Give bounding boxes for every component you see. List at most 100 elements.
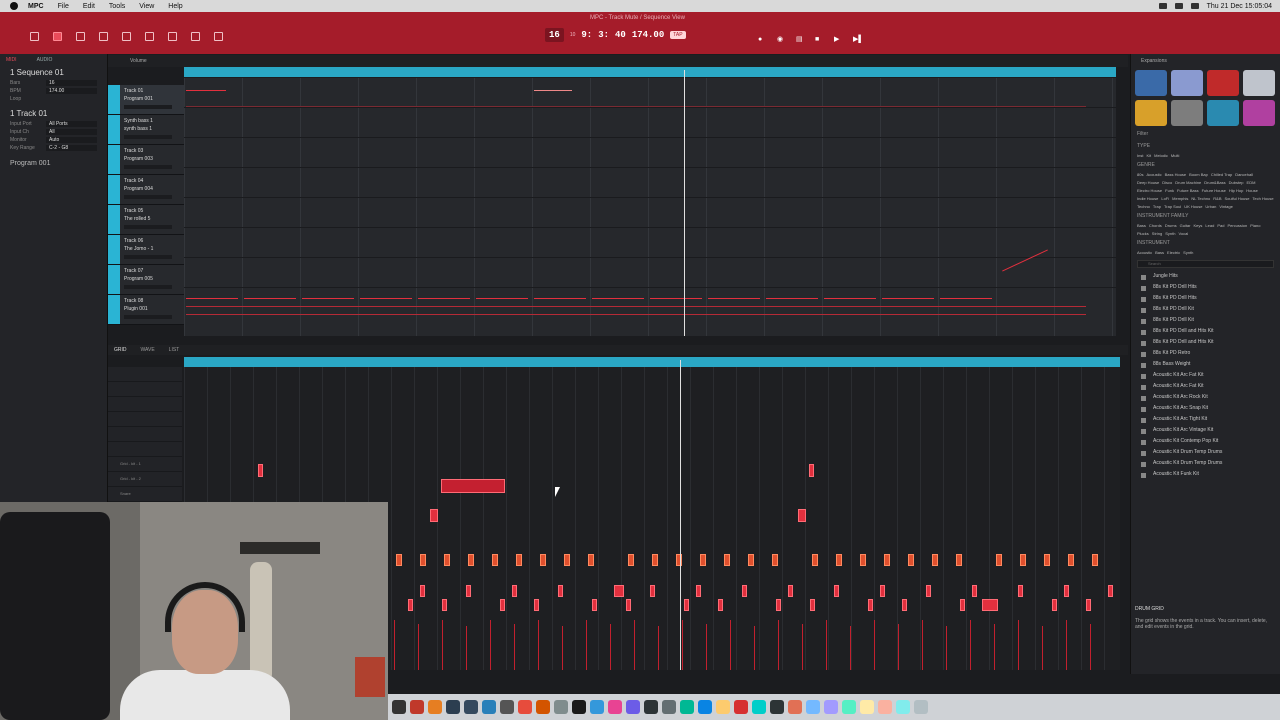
- velocity-bar[interactable]: [586, 620, 587, 670]
- dock-app-icon[interactable]: [644, 700, 658, 714]
- play-start-icon[interactable]: ▶▌: [853, 36, 863, 43]
- battery-icon[interactable]: [1174, 3, 1183, 9]
- dock-app-icon[interactable]: [896, 700, 910, 714]
- overdub-icon[interactable]: ◉: [777, 36, 784, 43]
- grid-event[interactable]: [558, 585, 563, 597]
- file-item[interactable]: Acoustic Kit Arc Vintage Kit: [1131, 426, 1280, 437]
- track-program[interactable]: Program 005: [124, 276, 153, 282]
- monitor-field[interactable]: Auto: [46, 137, 97, 143]
- midi-note[interactable]: [824, 298, 876, 299]
- dock-app-icon[interactable]: [608, 700, 622, 714]
- track-program[interactable]: Program 003: [124, 156, 153, 162]
- family-chip[interactable]: Plucks: [1137, 231, 1149, 236]
- dock-app-icon[interactable]: [680, 700, 694, 714]
- grid-event[interactable]: [836, 554, 842, 566]
- velocity-bar[interactable]: [802, 624, 803, 670]
- tab-wave[interactable]: WAVE: [141, 347, 155, 353]
- grid-event[interactable]: [884, 554, 890, 566]
- velocity-bar[interactable]: [970, 620, 971, 670]
- grid-event[interactable]: [534, 599, 539, 611]
- genre-chip[interactable]: Dubstep: [1229, 180, 1244, 185]
- genre-chip[interactable]: Bass House: [1165, 172, 1187, 177]
- instrument-chip[interactable]: Electric: [1167, 250, 1180, 255]
- pad-row[interactable]: [108, 442, 182, 457]
- grid-event[interactable]: [512, 585, 517, 597]
- file-item[interactable]: 88s Kit PD Drill Kit: [1131, 316, 1280, 327]
- midi-note[interactable]: [708, 298, 760, 299]
- midi-note[interactable]: [592, 298, 644, 299]
- dock-app-icon[interactable]: [572, 700, 586, 714]
- pad-row[interactable]: [108, 382, 182, 397]
- expansion-tile[interactable]: [1207, 70, 1239, 96]
- genre-chip[interactable]: Urban: [1205, 204, 1216, 209]
- input-port-field[interactable]: All Ports: [46, 121, 97, 127]
- family-chip[interactable]: Vocal: [1178, 231, 1188, 236]
- file-item[interactable]: Acoustic Kit Drum Temp Drums: [1131, 459, 1280, 470]
- file-item[interactable]: Acoustic Kit Arc Tight Kit: [1131, 415, 1280, 426]
- track-mute-icon[interactable]: [99, 32, 108, 41]
- grid-event[interactable]: [540, 554, 546, 566]
- genre-chip[interactable]: Future House: [1202, 188, 1226, 193]
- family-chip[interactable]: Guitar: [1180, 223, 1191, 228]
- genre-chip[interactable]: LoFi: [1161, 196, 1169, 201]
- midi-note[interactable]: [186, 90, 226, 91]
- midi-note[interactable]: [882, 298, 934, 299]
- dock-app-icon[interactable]: [878, 700, 892, 714]
- dock-app-icon[interactable]: [536, 700, 550, 714]
- genre-chip[interactable]: Vintage: [1219, 204, 1233, 209]
- midi-note[interactable]: [534, 298, 586, 299]
- menu-help[interactable]: Help: [168, 3, 182, 10]
- grid-event[interactable]: [908, 554, 914, 566]
- stop-icon[interactable]: ■: [815, 36, 822, 43]
- file-item[interactable]: Acoustic Kit Arc Fat Kit: [1131, 371, 1280, 382]
- dock-app-icon[interactable]: [626, 700, 640, 714]
- genre-chip[interactable]: Disco: [1162, 180, 1172, 185]
- genre-chip[interactable]: Electro House: [1137, 188, 1162, 193]
- grid-event[interactable]: [442, 599, 447, 611]
- genre-chip[interactable]: Future Bass: [1177, 188, 1199, 193]
- loop-icon[interactable]: [191, 32, 200, 41]
- genre-chip[interactable]: Funk: [1165, 188, 1174, 193]
- track-row[interactable]: Track 04 Program 004: [108, 175, 184, 205]
- grid-event[interactable]: [466, 585, 471, 597]
- grid-event[interactable]: [788, 585, 793, 597]
- track-program[interactable]: Program 004: [124, 186, 153, 192]
- grid-event[interactable]: [742, 585, 747, 597]
- genre-chip[interactable]: Trap: [1153, 204, 1161, 209]
- expansion-tile[interactable]: [1243, 70, 1275, 96]
- expansion-tile[interactable]: [1171, 100, 1203, 126]
- genre-chip[interactable]: Hip Hop: [1229, 188, 1243, 193]
- grid-event[interactable]: [798, 509, 806, 522]
- file-item[interactable]: 88s Kit PD Drill and Hits Kit: [1131, 327, 1280, 338]
- sequence-arrange-grid[interactable]: [184, 78, 1116, 336]
- grid-event[interactable]: [500, 599, 505, 611]
- pad-row[interactable]: [108, 427, 182, 442]
- genre-chip[interactable]: Drum Machine: [1175, 180, 1201, 185]
- dock-app-icon[interactable]: [410, 700, 424, 714]
- bars-field[interactable]: 16: [46, 80, 97, 86]
- family-chip[interactable]: Synth: [1165, 231, 1175, 236]
- pad-row[interactable]: Snare: [108, 487, 182, 502]
- grid-event[interactable]: [626, 599, 631, 611]
- midi-note[interactable]: [186, 106, 1086, 107]
- velocity-bar[interactable]: [730, 620, 731, 670]
- pad-row[interactable]: [108, 412, 182, 427]
- grid-event[interactable]: [724, 554, 730, 566]
- dock-app-icon[interactable]: [392, 700, 406, 714]
- velocity-bar[interactable]: [1090, 624, 1091, 670]
- file-item[interactable]: Jungle Hits: [1131, 272, 1280, 283]
- genre-chip[interactable]: Deep House: [1137, 180, 1159, 185]
- genre-chip[interactable]: 80s: [1137, 172, 1143, 177]
- velocity-bar[interactable]: [514, 624, 515, 670]
- file-item[interactable]: Acoustic Kit Funk Kit: [1131, 470, 1280, 481]
- menu-app-name[interactable]: MPC: [28, 3, 44, 10]
- genre-chip[interactable]: Acoustic: [1146, 172, 1161, 177]
- record-arm-icon[interactable]: [168, 32, 177, 41]
- menubar-clock[interactable]: Thu 21 Dec 15:05:04: [1207, 3, 1272, 10]
- file-item[interactable]: Acoustic Kit Contemp Pop Kit: [1131, 437, 1280, 448]
- grid-event[interactable]: [956, 554, 962, 566]
- grid-event[interactable]: [718, 599, 723, 611]
- play-icon[interactable]: ▶: [834, 36, 841, 43]
- genre-chip[interactable]: Dancehall: [1235, 172, 1253, 177]
- pad-row[interactable]: Grid - kit - 2: [108, 472, 182, 487]
